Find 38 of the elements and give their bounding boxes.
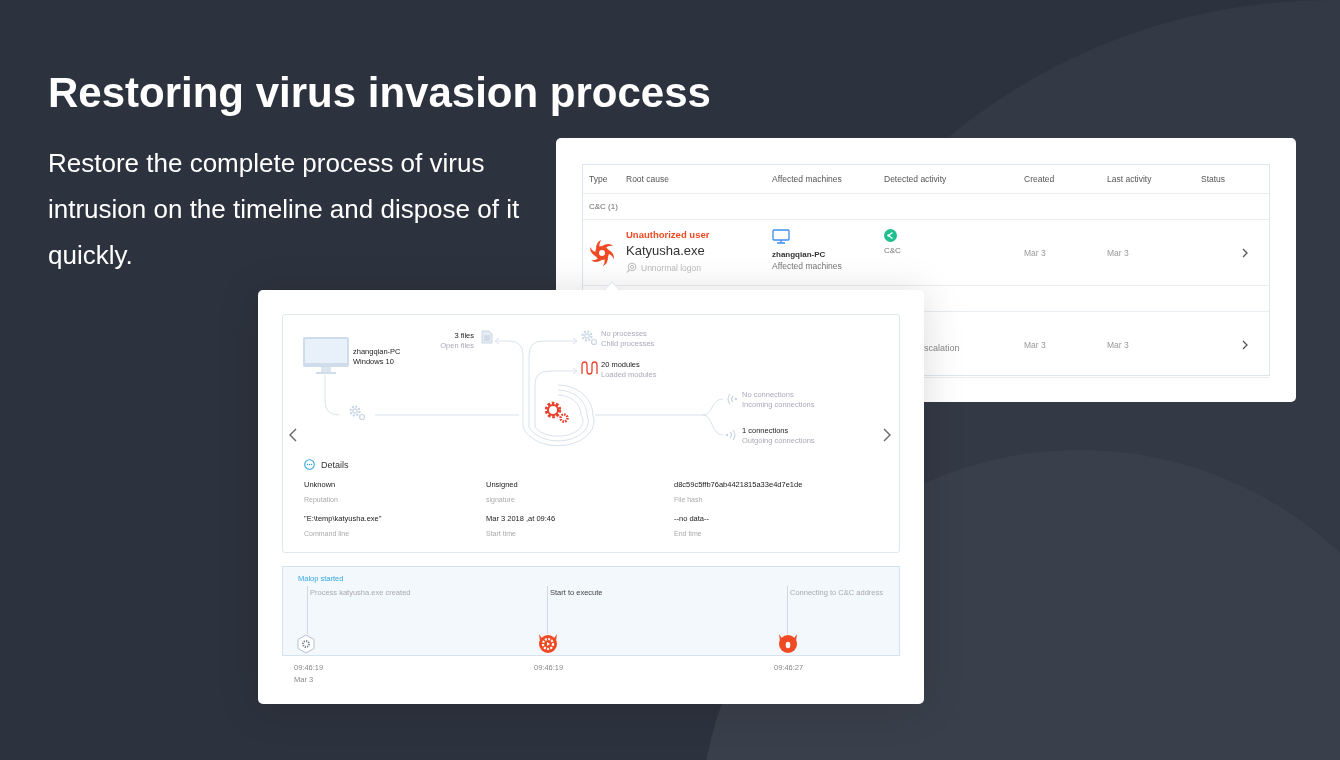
date-text: Mar 3	[1024, 247, 1046, 258]
fingerprint-icon	[626, 262, 637, 273]
column-header: Affected machines	[771, 174, 843, 184]
description: Restore the complete process of virus intrusion on the timeline and dispose of it quickly.	[48, 147, 521, 272]
machine-name: zhangqian-PC	[772, 250, 826, 259]
process-name: Katyusha.exe	[626, 243, 705, 258]
chevron-right-icon[interactable]	[1241, 339, 1249, 350]
column-header: Type	[588, 174, 609, 184]
date-text: Mar 3	[1107, 247, 1129, 258]
chevron-left-icon[interactable]	[289, 428, 297, 442]
signal-icon	[725, 429, 738, 441]
chevron-right-icon[interactable]	[883, 428, 891, 442]
chevron-right-icon[interactable]	[1241, 247, 1249, 258]
headline: Restoring virus invasion process	[48, 68, 711, 118]
more-icon[interactable]	[304, 459, 315, 470]
alert-label: Unauthorized user	[626, 229, 710, 240]
document-icon	[481, 330, 493, 344]
wave-icon	[581, 361, 598, 375]
swirl-icon	[589, 239, 615, 266]
column-header: Created	[1023, 174, 1056, 184]
gears-icon	[581, 330, 599, 346]
column-header: Root cause	[625, 174, 670, 184]
share-icon	[884, 229, 897, 242]
computer-icon	[303, 337, 349, 377]
column-header: Detected activity	[883, 174, 948, 184]
activity-label: scalation	[924, 342, 960, 353]
date-text: Mar 3	[1107, 339, 1129, 350]
gears-icon	[542, 399, 570, 425]
gears-icon	[349, 405, 367, 421]
group-label: C&C (1)	[589, 202, 618, 211]
monitor-icon	[772, 229, 790, 244]
column-header: Last activity	[1106, 174, 1153, 184]
column-header: Status	[1200, 174, 1227, 184]
machine-label: Affected machines	[772, 261, 842, 271]
signal-icon	[725, 393, 738, 405]
details-title: Details	[321, 459, 349, 470]
date-text: Mar 3	[1024, 339, 1046, 350]
activity-label: C&C	[884, 246, 901, 255]
